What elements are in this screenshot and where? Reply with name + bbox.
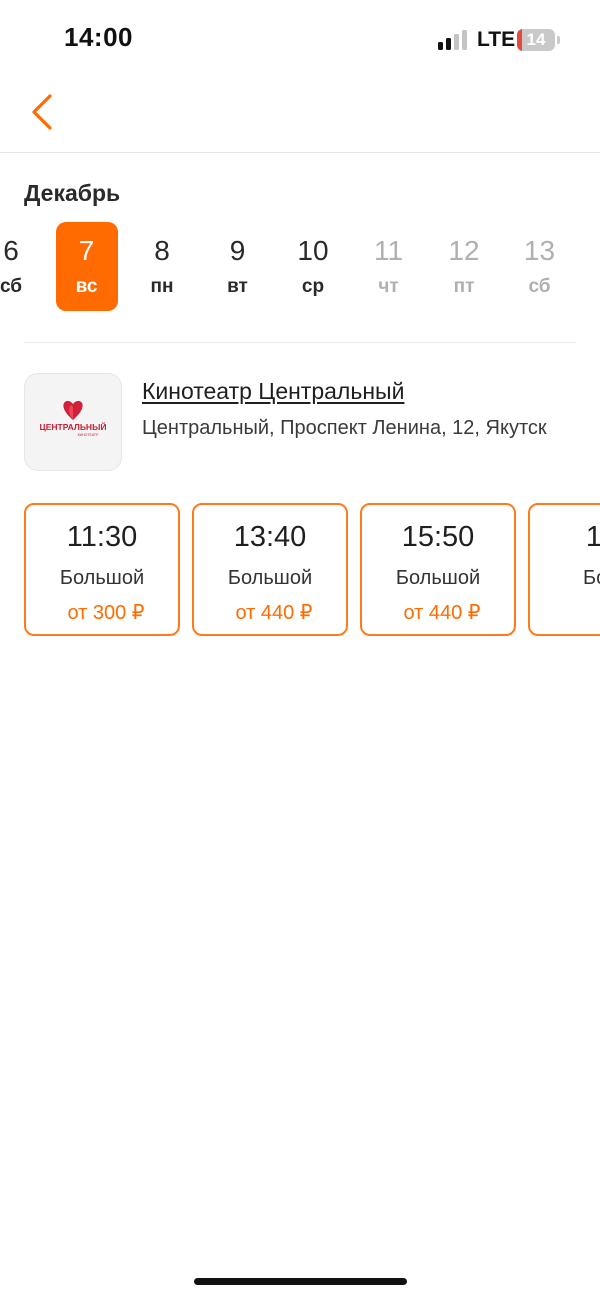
date-weekday: ср [301,276,325,297]
date-weekday: пт [453,276,475,297]
date-item-12: 12 пт [433,222,495,311]
session-price: от [530,600,600,623]
cinema-logo-image: ЦЕНТРАЛЬНЫЙ КИНОТЕАТР [39,400,107,437]
logo-subtext: КИНОТЕАТР [78,433,99,437]
session-time: 13:40 [233,521,307,553]
date-number: 8 [154,235,170,266]
session-hall: Большой [59,567,145,589]
session-price: от 440 ₽ [403,602,481,624]
session-time: 18: [585,521,600,553]
chevron-left-icon [32,94,52,130]
session-card[interactable]: 11:30 Большой от 300 ₽ [24,503,180,636]
status-bar: 14:00 LTE 14 [0,0,600,80]
session-time: 15:50 [401,521,475,553]
date-weekday: сб [528,276,551,297]
date-number: 9 [229,235,246,266]
cinema-name-link[interactable]: Кинотеатр Центральный [142,378,404,405]
header-divider [0,152,600,153]
screen: 14:00 LTE 14 Декабрь 6 сб 7 вс 8 пн 9 вт 10 ср 11 ч… [0,0,600,1297]
dates-divider [24,342,576,343]
date-strip[interactable]: 6 сб 7 вс 8 пн 9 вт 10 ср 11 чт 12 пт 13 сб [0,222,600,312]
date-item-8[interactable]: 8 пн [131,222,193,311]
session-time: 11:30 [66,521,138,553]
date-number: 10 [297,235,329,266]
status-time: 14:00 [64,22,133,52]
date-number: 11 [373,235,404,266]
battery-level: 14 [526,30,546,49]
network-type: LTE [477,28,516,51]
session-hall: Большой [395,567,481,589]
session-price: от 300 ₽ [67,602,145,624]
date-item-6[interactable]: 6 сб [0,222,42,311]
session-card[interactable]: 18: Боль от [528,503,600,636]
session-card[interactable]: 13:40 Большой от 440 ₽ [192,503,348,636]
date-number: 6 [3,235,19,266]
date-item-10[interactable]: 10 ср [282,222,344,311]
date-weekday: чт [378,276,399,297]
cinema-logo: ЦЕНТРАЛЬНЫЙ КИНОТЕАТР [24,373,122,471]
date-number: 13 [523,235,556,266]
date-item-9[interactable]: 9 вт [207,222,269,311]
date-item-7[interactable]: 7 вс [55,222,118,311]
cinema-address: Центральный, Проспект Ленина, 12, Якутск [142,417,547,439]
date-number: 7 [78,235,95,266]
logo-wordmark: ЦЕНТРАЛЬНЫЙ [39,421,106,432]
date-weekday: вс [75,276,98,297]
date-number: 12 [448,235,480,266]
session-price: от 440 ₽ [235,602,313,624]
session-hall: Большой [227,567,313,589]
signal-bars-icon [438,30,467,50]
date-weekday: пн [150,276,174,297]
session-hall: Боль [583,567,600,589]
session-card[interactable]: 15:50 Большой от 440 ₽ [360,503,516,636]
home-indicator[interactable] [194,1278,407,1285]
sessions-row[interactable]: 11:30 Большой от 300 ₽ 13:40 Большой от 440 ₽… [0,503,600,638]
date-weekday: сб [0,276,23,297]
date-weekday: вт [227,276,248,297]
back-button[interactable] [22,88,66,136]
month-label: Декабрь [24,180,121,206]
date-item-11: 11 чт [358,222,420,311]
date-item-13: 13 сб [509,222,571,311]
battery-icon: 14 [517,29,561,51]
